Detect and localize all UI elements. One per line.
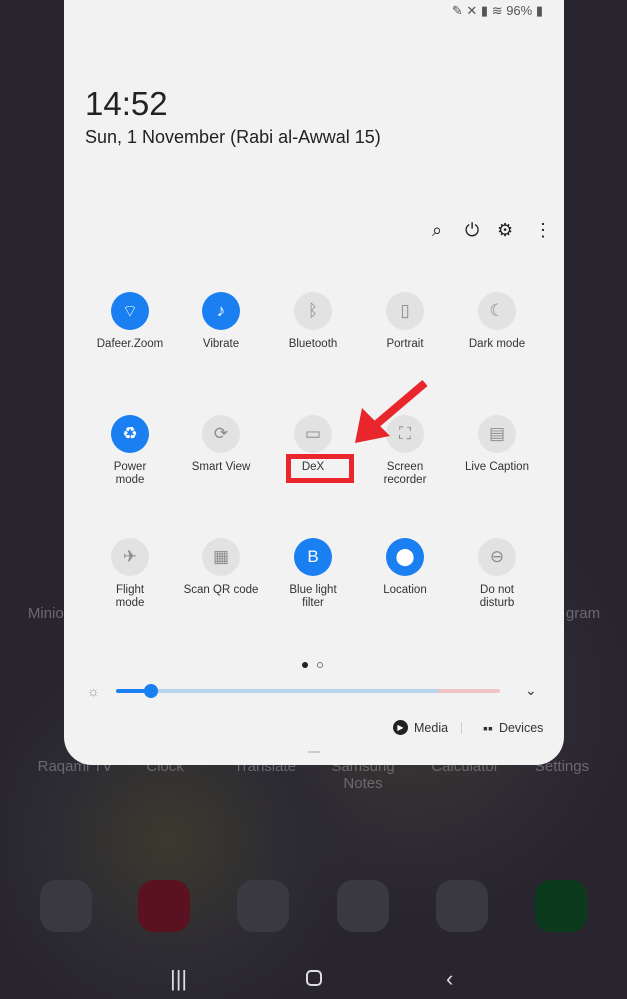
gear-icon[interactable]: ⚙: [497, 220, 513, 241]
play-icon: ▶: [393, 720, 408, 735]
power-icon[interactable]: ⏻: [465, 220, 479, 241]
page-dot-active[interactable]: [302, 662, 308, 668]
airplane-icon: ✈: [111, 538, 149, 576]
tile-label: Bluetooth: [288, 338, 338, 350]
tile-label: Flight mode: [115, 584, 145, 609]
clock-date[interactable]: Sun, 1 November (Rabi al-Awwal 15): [85, 127, 381, 148]
page-dot[interactable]: [317, 662, 323, 668]
tile-label: Scan QR code: [183, 584, 259, 596]
tile-label: Vibrate: [202, 338, 240, 350]
tile-location[interactable]: ⬤ Location: [359, 538, 451, 597]
devices-label: Devices: [498, 721, 544, 735]
home-button[interactable]: [306, 970, 322, 986]
more-icon[interactable]: ⋮: [534, 220, 552, 241]
portrait-lock-icon: ▯: [386, 292, 424, 330]
tile-label: Dafeer.Zoom: [96, 338, 164, 350]
brightness-slider[interactable]: [116, 689, 500, 693]
tile-do-not-disturb[interactable]: ⊖ Do not disturb: [451, 538, 543, 610]
dock-gallery-icon[interactable]: [436, 880, 488, 932]
dnd-icon: ⊖: [478, 538, 516, 576]
tile-label: Screen recorder: [383, 461, 427, 486]
battery-icon: ♻: [111, 415, 149, 453]
brightness-icon: ☼: [87, 683, 100, 699]
devices-button[interactable]: ▪▪ Devices: [483, 720, 543, 736]
blue-light-icon: B: [294, 538, 332, 576]
brightness-thumb[interactable]: [144, 684, 158, 698]
tile-blue-light-filter[interactable]: B Blue light filter: [267, 538, 359, 610]
wifi-icon: ⌔: [111, 292, 149, 330]
moon-icon: ☾: [478, 292, 516, 330]
tile-scan-qr-code[interactable]: ▦ Scan QR code: [175, 538, 267, 597]
qr-icon: ▦: [202, 538, 240, 576]
clock-time[interactable]: 14:52: [85, 85, 168, 123]
recents-button[interactable]: |||: [170, 966, 187, 992]
tile-label: Live Caption: [465, 461, 529, 473]
divider: [461, 722, 462, 734]
dock-phone-icon[interactable]: [535, 880, 587, 932]
tile-label: Do not disturb: [479, 584, 515, 609]
tile-vibrate[interactable]: ♪ Vibrate: [175, 292, 267, 351]
back-button[interactable]: ‹: [446, 966, 453, 992]
dex-highlight-box: [286, 454, 354, 483]
dex-icon: ▭: [294, 415, 332, 453]
tile-dafeer-zoom[interactable]: ⌔ Dafeer.Zoom: [84, 292, 176, 351]
dock-camera-icon[interactable]: [138, 880, 190, 932]
search-icon[interactable]: ⌕: [432, 220, 442, 241]
tile-smart-view[interactable]: ⟳ Smart View: [175, 415, 267, 474]
tile-label: Blue light filter: [289, 584, 337, 609]
tile-label: Portrait: [386, 338, 424, 350]
chevron-down-icon[interactable]: ⌄: [525, 682, 537, 699]
tile-live-caption[interactable]: ▤ Live Caption: [451, 415, 543, 474]
dock-files-icon[interactable]: [40, 880, 92, 932]
media-button[interactable]: ▶ Media: [393, 720, 448, 735]
tile-portrait[interactable]: ▯ Portrait: [359, 292, 451, 351]
media-label: Media: [414, 720, 449, 735]
tile-flight-mode[interactable]: ✈ Flight mode: [84, 538, 176, 610]
bluetooth-icon: ᛒ: [294, 292, 332, 330]
devices-grid-icon: ▪▪: [483, 720, 493, 736]
tile-label: Smart View: [191, 461, 251, 473]
tile-label: Power mode: [113, 461, 147, 486]
tile-bluetooth[interactable]: ᛒ Bluetooth: [267, 292, 359, 351]
tile-power-mode[interactable]: ♻ Power mode: [84, 415, 176, 487]
panel-handle[interactable]: [308, 751, 320, 753]
vibrate-icon: ♪: [202, 292, 240, 330]
dock-viber-icon[interactable]: [337, 880, 389, 932]
location-icon: ⬤: [386, 538, 424, 576]
dock-calendar-icon[interactable]: [237, 880, 289, 932]
tile-label: Location: [383, 584, 427, 596]
smart-view-icon: ⟳: [202, 415, 240, 453]
tile-label: Dark mode: [468, 338, 526, 350]
annotation-arrow-icon: [355, 379, 428, 443]
battery-percent: 96%: [506, 3, 533, 18]
caption-icon: ▤: [478, 415, 516, 453]
tile-dark-mode[interactable]: ☾ Dark mode: [451, 292, 543, 351]
status-bar: ✎ ✕ ▮ ≋ 96% ▮: [451, 3, 543, 18]
